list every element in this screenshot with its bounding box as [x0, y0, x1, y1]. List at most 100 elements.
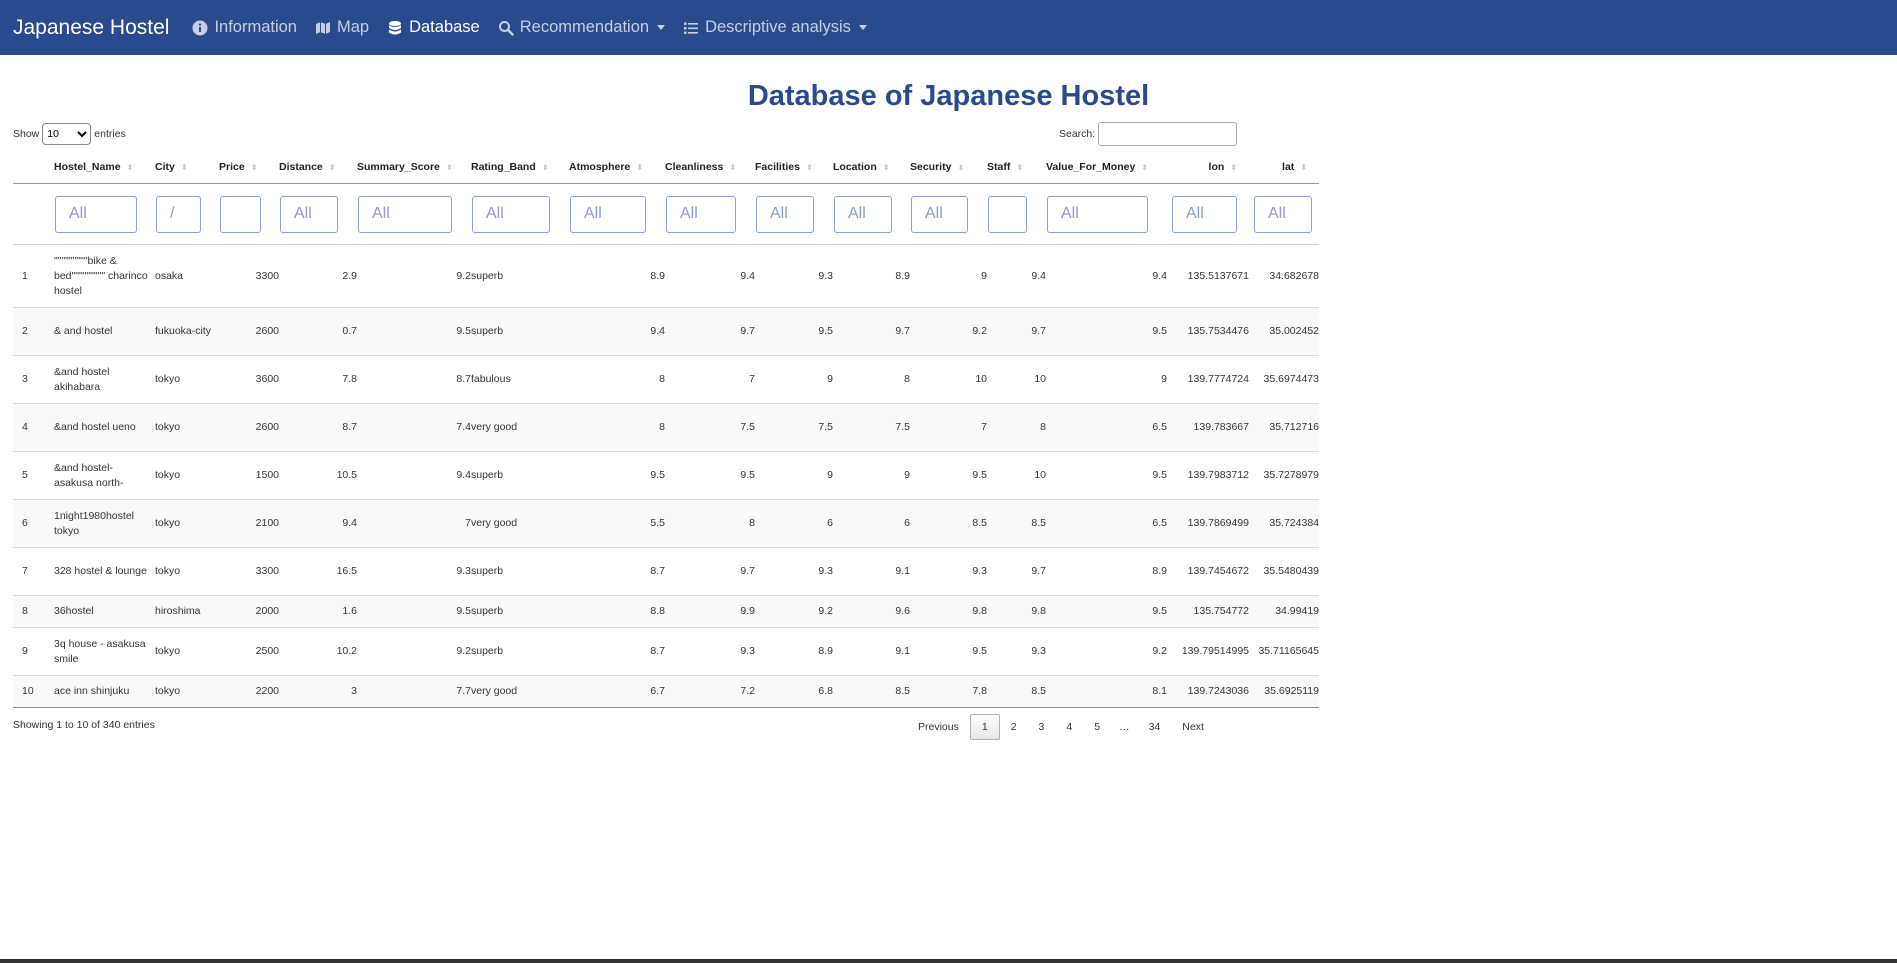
table-cell: 2000 — [219, 595, 279, 628]
table-cell: 9.3 — [755, 244, 833, 308]
pagination-page[interactable]: 5 — [1083, 714, 1111, 740]
column-header-cleanliness[interactable]: Cleanliness ⬍ — [665, 151, 755, 184]
column-header-hostel-name[interactable]: Hostel_Name ⬍ — [54, 151, 155, 184]
table-cell: 3 — [13, 355, 54, 404]
sort-icon: ⬍ — [636, 162, 643, 172]
filter-input-summary-score[interactable]: All — [358, 195, 452, 233]
table-cell: 3q house - asakusa smile — [54, 627, 155, 676]
column-header-lon[interactable]: lon ⬍ — [1167, 151, 1249, 184]
pagination-page[interactable]: 3 — [1028, 714, 1056, 740]
sort-icon: ⬍ — [328, 162, 336, 172]
column-header-lat[interactable]: lat ⬍ — [1249, 151, 1319, 184]
column-header-index[interactable] — [13, 151, 54, 184]
column-header-facilities[interactable]: Facilities ⬍ — [755, 151, 833, 184]
table-cell: 7 — [910, 403, 987, 452]
table-cell: 6.7 — [569, 675, 665, 708]
pagination-page[interactable]: 4 — [1055, 714, 1083, 740]
filter-input-security[interactable]: All — [911, 195, 968, 233]
table-cell: 5 — [13, 451, 54, 500]
table-cell: """""""""bike & bed""""""""" charinco ho… — [54, 244, 155, 308]
table-cell: superb — [471, 451, 569, 500]
table-cell: 6.8 — [755, 675, 833, 708]
pagination-page[interactable]: 2 — [1000, 714, 1028, 740]
table-cell: 9.3 — [755, 547, 833, 596]
table-cell: 10 — [13, 675, 54, 708]
table-cell: 8.9 — [755, 627, 833, 676]
filter-cell: / — [155, 183, 219, 245]
nav-descriptive-analysis-dropdown[interactable]: Descriptive analysis — [683, 18, 867, 37]
filter-input-atmosphere[interactable]: All — [570, 195, 646, 233]
filter-cell: All — [755, 183, 833, 245]
filter-cell: All — [1249, 183, 1319, 245]
list-icon — [683, 20, 699, 36]
table-cell: 9.5 — [1046, 307, 1167, 356]
pagination-next[interactable]: Next — [1171, 714, 1215, 740]
table-cell: 9.9 — [665, 595, 755, 628]
sort-icon: ⬍ — [957, 162, 965, 172]
filter-cell: All — [1046, 183, 1167, 245]
table-cell: tokyo — [155, 547, 219, 596]
table-cell: 1night1980hostel tokyo — [54, 499, 155, 548]
table-cell: 7.2 — [665, 675, 755, 708]
table-cell: 135.5137671 — [1167, 244, 1249, 308]
table-cell: 6 — [755, 499, 833, 548]
table-cell: &and hostel akihabara — [54, 355, 155, 404]
table-cell: 35.71165645 — [1249, 627, 1319, 676]
column-header-rating-band[interactable]: Rating_Band ⬍ — [471, 151, 569, 184]
table-row: 2 & and hostel fukuoka-city 2600 0.7 9.5 super… — [13, 307, 1319, 356]
table-cell: 2100 — [219, 499, 279, 548]
column-header-price[interactable]: Price ⬍ — [219, 151, 279, 184]
table-cell: 9.3 — [910, 547, 987, 596]
filter-input-rating-band[interactable]: All — [472, 195, 550, 233]
table-cell: 8 — [569, 403, 665, 452]
sort-icon: ⬍ — [729, 162, 737, 172]
column-header-location[interactable]: Location ⬍ — [833, 151, 910, 184]
table-cell: 9.7 — [665, 307, 755, 356]
chevron-down-icon — [657, 25, 666, 30]
filter-input-hostel-name[interactable]: All — [55, 195, 137, 233]
table-cell: 9.2 — [755, 595, 833, 628]
filter-input-facilities[interactable]: All — [756, 195, 814, 233]
brand-title[interactable]: Japanese Hostel — [13, 16, 169, 40]
table-cell: & and hostel — [54, 307, 155, 356]
table-cell: 9.4 — [279, 499, 357, 548]
table-cell: 10 — [987, 355, 1046, 404]
column-header-summary-score[interactable]: Summary_Score ⬍ — [357, 151, 471, 184]
search-input[interactable] — [1098, 122, 1238, 146]
table-cell: 8 — [665, 499, 755, 548]
page-length-select[interactable]: 10 25 50 100 — [42, 123, 92, 145]
table-cell: 8.1 — [1046, 675, 1167, 708]
column-header-city[interactable]: City ⬍ — [155, 151, 219, 184]
column-header-value-for-money[interactable]: Value_For_Money ⬍ — [1046, 151, 1167, 184]
column-header-security[interactable]: Security ⬍ — [910, 151, 987, 184]
nav-map[interactable]: Map — [315, 18, 369, 37]
filter-input-distance[interactable]: All — [280, 195, 338, 233]
column-header-distance[interactable]: Distance ⬍ — [279, 151, 357, 184]
filter-input-price[interactable] — [220, 195, 261, 233]
filter-input-location[interactable]: All — [834, 195, 892, 233]
nav-recommendation-dropdown[interactable]: Recommendation — [498, 18, 666, 37]
table-cell: 4 — [13, 403, 54, 452]
table-cell: 35.712716 — [1249, 403, 1319, 452]
filter-input-cleanliness[interactable]: All — [666, 195, 736, 233]
table-cell: 6 — [833, 499, 910, 548]
pagination-page[interactable]: 34 — [1138, 714, 1172, 740]
filter-input-staff[interactable] — [988, 195, 1027, 233]
page-title: Database of Japanese Hostel — [747, 80, 1150, 112]
database-icon — [387, 20, 403, 36]
table-cell: very good — [471, 675, 569, 708]
filter-input-lon[interactable]: All — [1172, 195, 1237, 233]
table-cell: 139.7983712 — [1167, 451, 1249, 500]
column-header-staff[interactable]: Staff ⬍ — [987, 151, 1046, 184]
pagination-previous[interactable]: Previous — [907, 714, 970, 740]
nav-database[interactable]: Database — [387, 18, 480, 37]
pagination-page-current[interactable]: 1 — [969, 714, 1000, 740]
filter-input-value-for-money[interactable]: All — [1047, 195, 1148, 233]
filter-input-city[interactable]: / — [156, 195, 201, 233]
filter-cell: All — [279, 183, 357, 245]
nav-information[interactable]: Information — [192, 18, 297, 37]
column-header-atmosphere[interactable]: Atmosphere ⬍ — [569, 151, 665, 184]
table-cell: 2600 — [219, 403, 279, 452]
filter-input-lat[interactable]: All — [1254, 195, 1312, 233]
sort-icon: ⬍ — [541, 162, 549, 172]
